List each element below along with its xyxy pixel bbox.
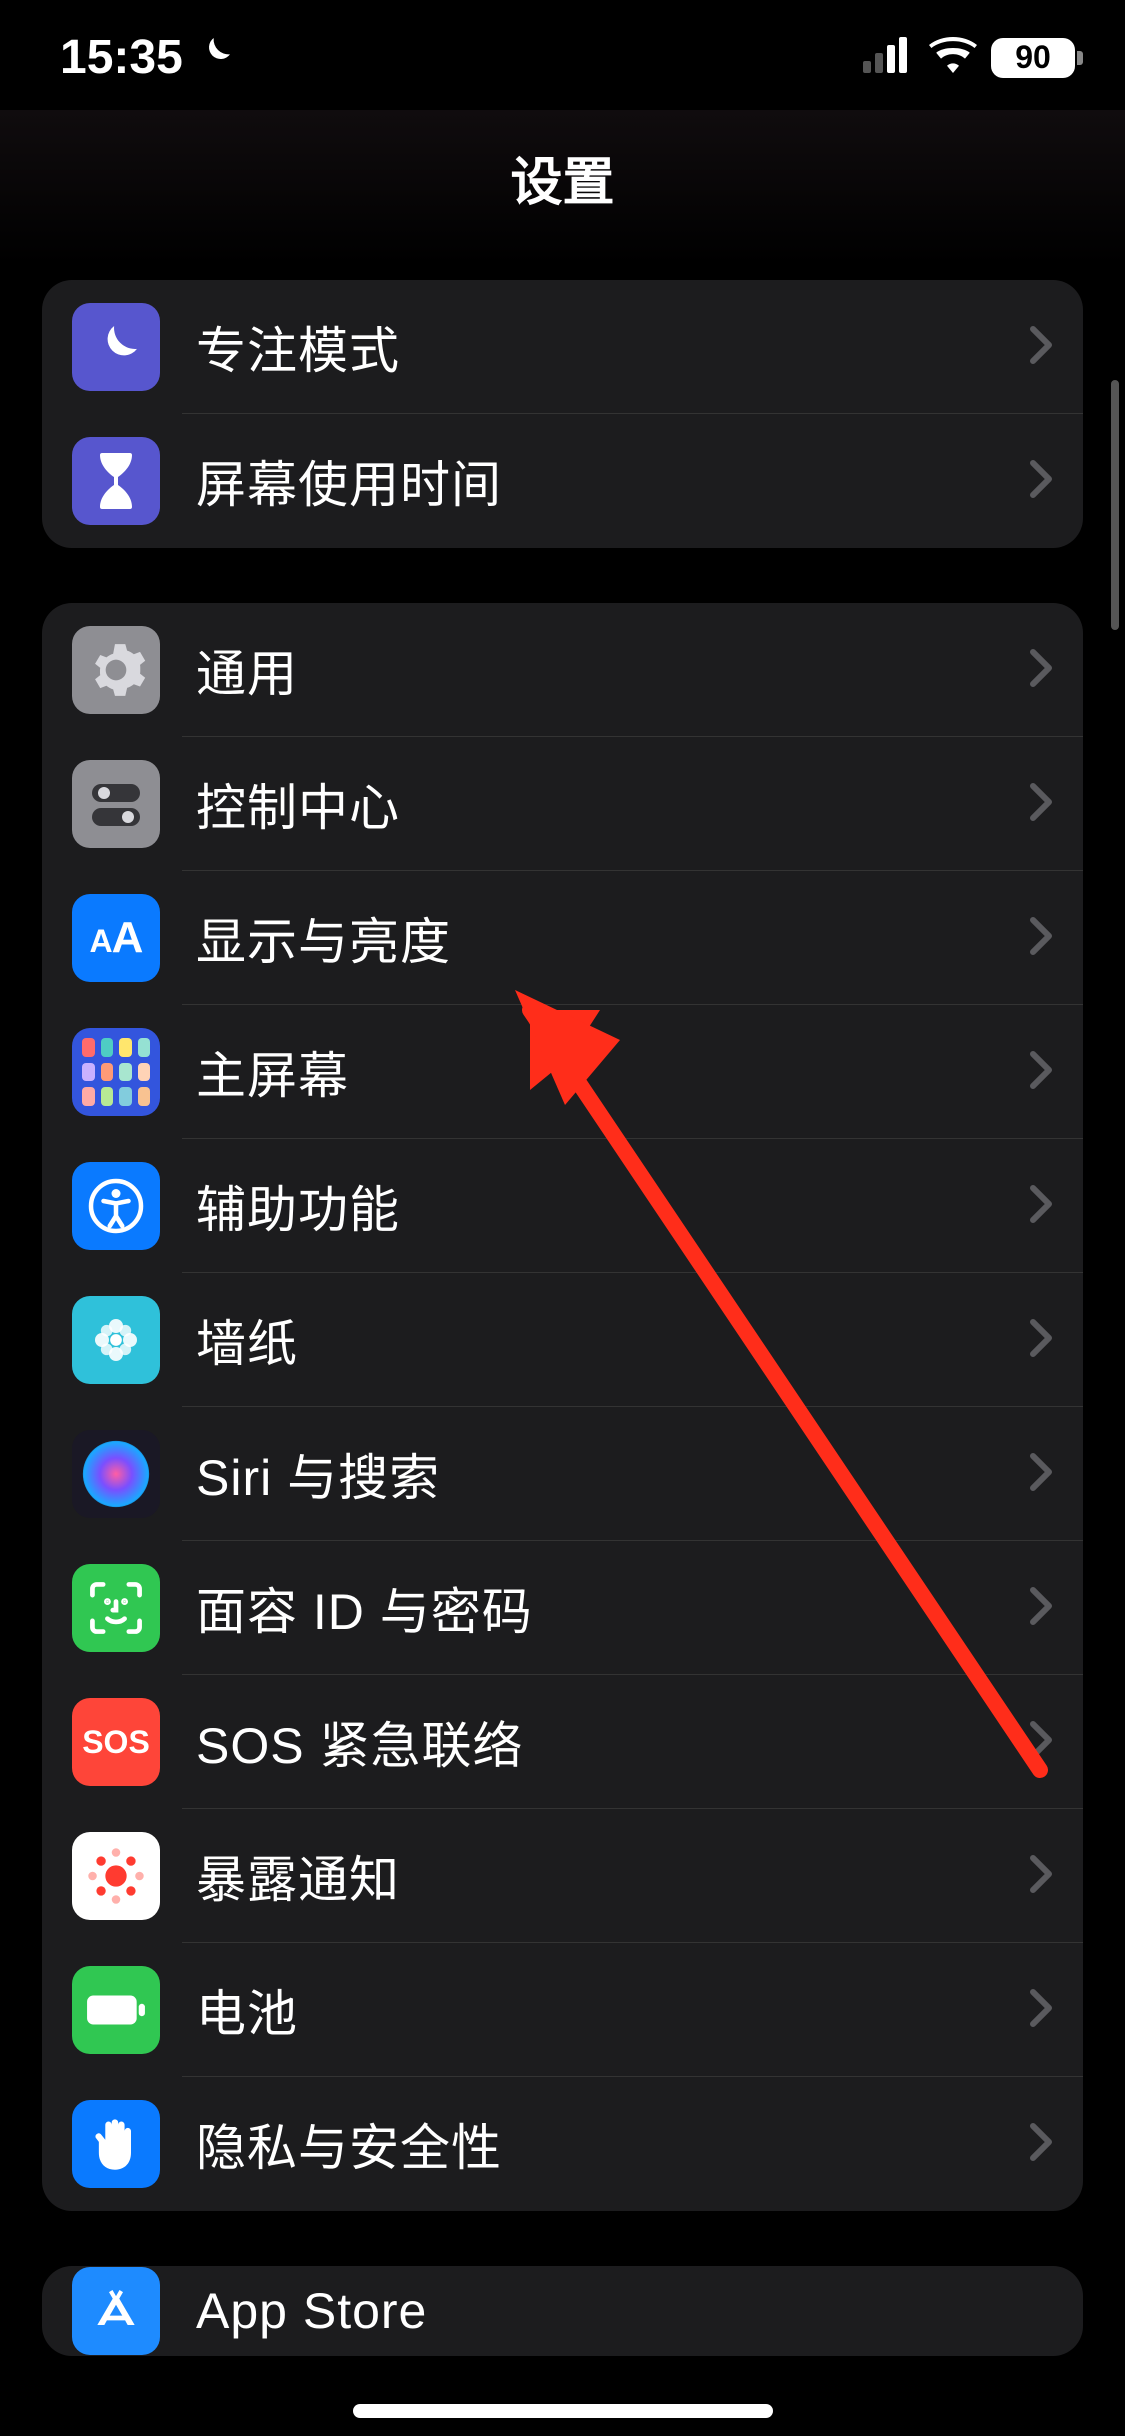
battery-level: 90 bbox=[1015, 39, 1051, 76]
row-label: 主屏幕 bbox=[196, 1036, 1029, 1108]
row-label: 隐私与安全性 bbox=[196, 2108, 1029, 2180]
row-accessibility[interactable]: 辅助功能 bbox=[42, 1139, 1083, 1273]
battery-full-icon bbox=[72, 1966, 160, 2054]
siri-icon bbox=[72, 1430, 160, 1518]
row-app-store[interactable]: App Store bbox=[42, 2266, 1083, 2356]
row-label: 通用 bbox=[196, 634, 1029, 706]
chevron-right-icon bbox=[1029, 916, 1053, 961]
row-exposure[interactable]: 暴露通知 bbox=[42, 1809, 1083, 1943]
accessibility-icon bbox=[72, 1162, 160, 1250]
text-size-icon: AA bbox=[72, 894, 160, 982]
chevron-right-icon bbox=[1029, 1720, 1053, 1765]
row-label: App Store bbox=[196, 2282, 1053, 2340]
status-time: 15:35 bbox=[60, 30, 183, 85]
row-general[interactable]: 通用 bbox=[42, 603, 1083, 737]
settings-group-store: App Store bbox=[42, 2266, 1083, 2356]
chevron-right-icon bbox=[1029, 1586, 1053, 1631]
row-label: 控制中心 bbox=[196, 768, 1029, 840]
hand-icon bbox=[72, 2100, 160, 2188]
chevron-right-icon bbox=[1029, 1988, 1053, 2033]
settings-content[interactable]: 专注模式 屏幕使用时间 通用 控制中心 bbox=[0, 280, 1125, 2436]
chevron-right-icon bbox=[1029, 325, 1053, 370]
status-bar: 15:35 90 bbox=[0, 0, 1125, 110]
battery-icon: 90 bbox=[991, 38, 1075, 78]
chevron-right-icon bbox=[1029, 782, 1053, 827]
row-label: Siri 与搜索 bbox=[196, 1438, 1029, 1510]
row-label: 电池 bbox=[196, 1974, 1029, 2046]
row-home-screen[interactable]: 主屏幕 bbox=[42, 1005, 1083, 1139]
home-indicator[interactable] bbox=[353, 2404, 773, 2418]
row-label: 辅助功能 bbox=[196, 1170, 1029, 1242]
signal-icon bbox=[863, 37, 915, 78]
row-label: 暴露通知 bbox=[196, 1840, 1029, 1912]
wifi-icon bbox=[929, 37, 977, 78]
settings-group-general: 通用 控制中心 AA 显示与亮度 主屏幕 bbox=[42, 603, 1083, 2211]
row-face-id[interactable]: 面容 ID 与密码 bbox=[42, 1541, 1083, 1675]
row-focus[interactable]: 专注模式 bbox=[42, 280, 1083, 414]
navigation-header: 设置 bbox=[0, 110, 1125, 265]
row-privacy[interactable]: 隐私与安全性 bbox=[42, 2077, 1083, 2211]
status-left: 15:35 bbox=[60, 30, 235, 85]
home-grid-icon bbox=[72, 1028, 160, 1116]
dnd-moon-icon bbox=[195, 30, 235, 85]
chevron-right-icon bbox=[1029, 648, 1053, 693]
sos-text: SOS bbox=[82, 1724, 150, 1761]
face-id-icon bbox=[72, 1564, 160, 1652]
hourglass-icon bbox=[72, 437, 160, 525]
chevron-right-icon bbox=[1029, 1854, 1053, 1899]
chevron-right-icon bbox=[1029, 1452, 1053, 1497]
row-label: 屏幕使用时间 bbox=[196, 445, 1029, 517]
chevron-right-icon bbox=[1029, 1318, 1053, 1363]
chevron-right-icon bbox=[1029, 2122, 1053, 2167]
row-screen-time[interactable]: 屏幕使用时间 bbox=[42, 414, 1083, 548]
appstore-icon bbox=[72, 2267, 160, 2355]
row-siri[interactable]: Siri 与搜索 bbox=[42, 1407, 1083, 1541]
row-label: 显示与亮度 bbox=[196, 902, 1029, 974]
switches-icon bbox=[72, 760, 160, 848]
row-battery[interactable]: 电池 bbox=[42, 1943, 1083, 2077]
status-right: 90 bbox=[863, 37, 1075, 78]
chevron-right-icon bbox=[1029, 1184, 1053, 1229]
settings-group-focus: 专注模式 屏幕使用时间 bbox=[42, 280, 1083, 548]
sos-icon: SOS bbox=[72, 1698, 160, 1786]
chevron-right-icon bbox=[1029, 1050, 1053, 1095]
scroll-indicator[interactable] bbox=[1111, 380, 1119, 630]
row-label: 面容 ID 与密码 bbox=[196, 1572, 1029, 1644]
moon-icon bbox=[72, 303, 160, 391]
exposure-icon bbox=[72, 1832, 160, 1920]
chevron-right-icon bbox=[1029, 459, 1053, 504]
flower-icon bbox=[72, 1296, 160, 1384]
row-label: 专注模式 bbox=[196, 311, 1029, 383]
row-display-brightness[interactable]: AA 显示与亮度 bbox=[42, 871, 1083, 1005]
page-title: 设置 bbox=[0, 140, 1125, 215]
row-wallpaper[interactable]: 墙纸 bbox=[42, 1273, 1083, 1407]
row-control-center[interactable]: 控制中心 bbox=[42, 737, 1083, 871]
gear-icon bbox=[72, 626, 160, 714]
row-label: 墙纸 bbox=[196, 1304, 1029, 1376]
row-sos[interactable]: SOS SOS 紧急联络 bbox=[42, 1675, 1083, 1809]
row-label: SOS 紧急联络 bbox=[196, 1706, 1029, 1778]
